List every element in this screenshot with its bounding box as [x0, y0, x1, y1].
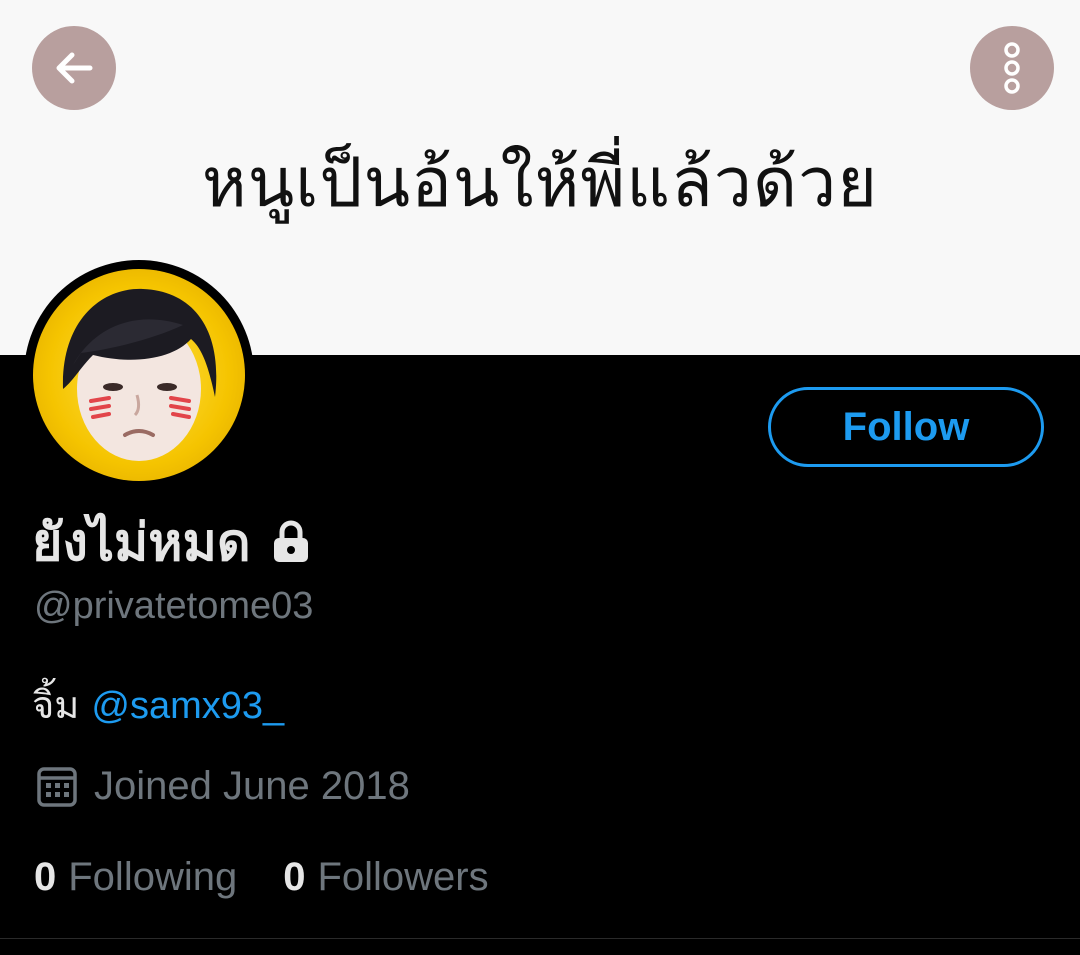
follow-stats: 0 Following 0 Followers [34, 855, 489, 900]
lock-icon [273, 520, 308, 562]
following-label: Following [68, 855, 238, 899]
bio-text: จิ้ม [32, 683, 92, 727]
followers-count: 0 [283, 855, 306, 899]
follow-button[interactable]: Follow [768, 387, 1044, 467]
arrow-left-icon [56, 52, 93, 84]
divider [0, 938, 1080, 939]
avatar[interactable] [24, 260, 254, 490]
following-count: 0 [34, 855, 57, 899]
banner-text: หนูเป็นอ้นให้พี่แล้วด้วย [201, 144, 879, 223]
profile-bio: จิ้ม @samx93_ [32, 674, 284, 735]
display-name: ยังไม่หมด [32, 513, 251, 573]
following-stat[interactable]: 0 Following [34, 855, 237, 900]
followers-label: Followers [317, 855, 489, 899]
joined-date: Joined June 2018 [94, 764, 410, 808]
joined-date-row: Joined June 2018 [36, 764, 410, 809]
avatar-image [33, 269, 245, 481]
avatar-face-illustration [62, 288, 217, 461]
bio-mention-link[interactable]: @samx93_ [91, 685, 284, 727]
followers-stat[interactable]: 0 Followers [283, 855, 488, 900]
profile-handle: @privatetome03 [34, 585, 314, 627]
back-button[interactable] [32, 26, 116, 110]
more-options-button[interactable] [970, 26, 1054, 110]
calendar-icon [37, 766, 77, 807]
display-name-row: ยังไม่หมด [32, 500, 311, 583]
more-vertical-icon [1004, 42, 1020, 94]
